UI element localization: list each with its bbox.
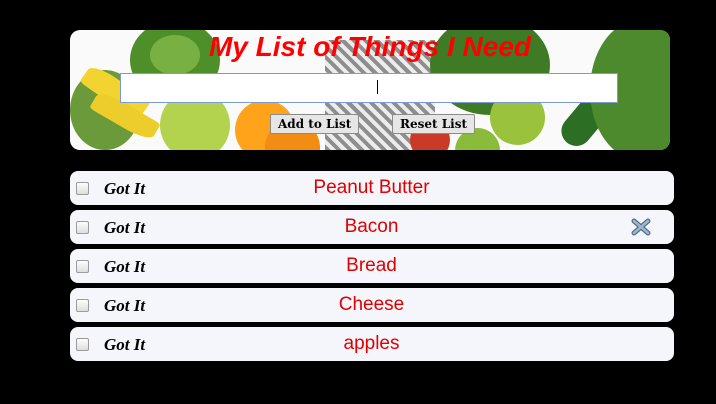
got-it-checkbox[interactable] bbox=[76, 260, 89, 273]
got-it-checkbox[interactable] bbox=[76, 299, 89, 312]
item-name: Bread bbox=[346, 255, 397, 276]
got-it-label: Got It bbox=[104, 335, 146, 354]
item-name: Cheese bbox=[338, 294, 405, 315]
list-item: Got It Bacon bbox=[70, 210, 674, 244]
header-banner: My List of Things I Need Add to List Res… bbox=[70, 30, 670, 150]
delete-x-icon[interactable] bbox=[631, 218, 651, 236]
list-item: Got It apples bbox=[70, 327, 674, 361]
got-it-checkbox[interactable] bbox=[76, 182, 89, 195]
item-name: Peanut Butter bbox=[313, 177, 430, 198]
item-input[interactable] bbox=[120, 73, 618, 103]
reset-list-button[interactable]: Reset List bbox=[392, 114, 476, 134]
got-it-label: Got It bbox=[104, 218, 146, 237]
got-it-label: Got It bbox=[104, 296, 146, 315]
got-it-checkbox[interactable] bbox=[76, 221, 89, 234]
list-item: Got It Bread bbox=[70, 249, 674, 283]
list-item: Got It Peanut Butter bbox=[70, 171, 674, 205]
item-name: apples bbox=[343, 333, 400, 354]
text-caret bbox=[377, 80, 378, 94]
item-name: Bacon bbox=[344, 216, 399, 237]
add-to-list-button[interactable]: Add to List bbox=[270, 114, 360, 134]
got-it-label: Got It bbox=[104, 179, 146, 198]
got-it-checkbox[interactable] bbox=[76, 338, 89, 351]
page-title: My List of Things I Need bbox=[208, 31, 531, 62]
got-it-label: Got It bbox=[104, 257, 146, 276]
list-item: Got It Cheese bbox=[70, 288, 674, 322]
